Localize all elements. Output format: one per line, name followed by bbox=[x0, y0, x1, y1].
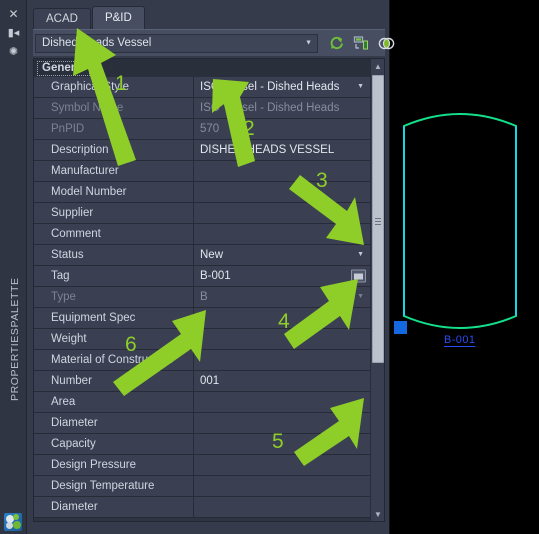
palette-body: ACAD P&ID Dished Heads Vessel ▼ General … bbox=[27, 0, 395, 534]
annotation-number: 1 bbox=[115, 72, 127, 95]
property-value: New bbox=[200, 249, 224, 261]
property-row[interactable]: Area bbox=[34, 392, 370, 413]
property-value: ISO Vessel - Dished Heads bbox=[200, 81, 340, 93]
screen: B-001 ✕ ▮◂ ✺ PROPERTIESPALETTE ACAD P&ID bbox=[0, 0, 539, 534]
property-label: Description bbox=[34, 140, 194, 160]
property-value: B-001 bbox=[200, 270, 231, 282]
property-row[interactable]: Graphical Style ISO Vessel - Dished Heads… bbox=[34, 77, 370, 98]
palette-title: PROPERTIESPALETTE bbox=[9, 277, 21, 401]
property-value: 570 bbox=[200, 123, 220, 135]
object-selector-combobox[interactable]: Dished Heads Vessel ▼ bbox=[35, 33, 318, 53]
property-value-cell[interactable]: New ▼ bbox=[194, 245, 370, 265]
property-row[interactable]: Comment bbox=[34, 224, 370, 245]
object-selector-value: Dished Heads Vessel bbox=[42, 37, 152, 49]
property-label: Diameter bbox=[34, 413, 194, 433]
tag-dialog-button[interactable] bbox=[351, 269, 366, 283]
annotation-number: 3 bbox=[316, 169, 328, 192]
property-label: Symbol Name bbox=[34, 98, 194, 118]
chevron-down-icon: ▼ bbox=[305, 39, 312, 47]
vessel-outline-icon bbox=[403, 113, 517, 329]
property-label: Type bbox=[34, 287, 194, 307]
property-label: Number bbox=[34, 371, 194, 391]
property-label: Design Temperature bbox=[34, 476, 194, 496]
property-row[interactable]: Diameter▼ bbox=[34, 497, 370, 518]
property-label: Area bbox=[34, 392, 194, 412]
property-row[interactable]: Equipment Spec bbox=[34, 308, 370, 329]
property-value-cell[interactable]: 570 bbox=[194, 119, 370, 139]
grid-scrollbar[interactable]: ▲ ▼ bbox=[370, 59, 384, 521]
annotation-number: 6 bbox=[125, 333, 137, 356]
scroll-down-arrow-icon[interactable]: ▼ bbox=[371, 507, 385, 521]
chevron-down-icon[interactable]: ▼ bbox=[357, 245, 364, 265]
selection-grip[interactable] bbox=[394, 321, 407, 334]
chevron-down-icon[interactable]: ▼ bbox=[357, 77, 364, 97]
property-row[interactable]: Symbol Name ISO Vessel - Dished Heads bbox=[34, 98, 370, 119]
property-row[interactable]: PnPID 570 bbox=[34, 119, 370, 140]
property-value-cell[interactable]: B ▼ bbox=[194, 287, 370, 307]
selector-toolbar bbox=[318, 35, 395, 52]
refresh-icon[interactable] bbox=[328, 35, 345, 52]
property-row[interactable]: Design Temperature bbox=[34, 476, 370, 497]
property-row[interactable]: Design Pressure bbox=[34, 455, 370, 476]
tab-pid[interactable]: P&ID bbox=[91, 6, 145, 29]
property-label: Design Pressure bbox=[34, 455, 194, 475]
property-row[interactable]: Description DISHED HEADS VESSEL bbox=[34, 140, 370, 161]
property-row[interactable]: Tag B-001 bbox=[34, 266, 370, 287]
property-value-cell[interactable]: B-001 bbox=[194, 266, 370, 286]
property-row[interactable]: Type B ▼ bbox=[34, 287, 370, 308]
property-label: Capacity bbox=[34, 434, 194, 454]
property-label: Status bbox=[34, 245, 194, 265]
tab-acad[interactable]: ACAD bbox=[33, 8, 91, 29]
property-row[interactable]: Supplier bbox=[34, 203, 370, 224]
property-row[interactable]: Status New ▼ bbox=[34, 245, 370, 266]
properties-gear-icon bbox=[4, 513, 22, 531]
property-value-cell[interactable]: 001 bbox=[194, 371, 370, 391]
property-label: Graphical Style bbox=[34, 77, 194, 97]
property-label: Model Number bbox=[34, 182, 194, 202]
property-value: B bbox=[200, 291, 208, 303]
property-row[interactable]: Diameter bbox=[34, 413, 370, 434]
scrollbar-thumb[interactable] bbox=[372, 75, 384, 363]
vessel-tag-label: B-001 bbox=[444, 334, 476, 346]
close-icon[interactable]: ✕ bbox=[0, 8, 27, 20]
annotation-number: 4 bbox=[278, 310, 290, 333]
property-row[interactable]: Number 001 bbox=[34, 371, 370, 392]
object-selector-row: Dished Heads Vessel ▼ bbox=[33, 29, 395, 56]
scroll-up-arrow-icon[interactable]: ▲ bbox=[371, 59, 385, 73]
palette-tabs: ACAD P&ID bbox=[33, 6, 146, 29]
properties-grid: General Graphical Style ISO Vessel - Dish… bbox=[33, 58, 385, 522]
quick-select-icon[interactable] bbox=[353, 35, 370, 52]
palette-title-strip: ✕ ▮◂ ✺ PROPERTIESPALETTE bbox=[0, 0, 27, 534]
overlapping-circles-icon[interactable] bbox=[378, 35, 395, 52]
property-label: PnPID bbox=[34, 119, 194, 139]
property-row[interactable]: Material of Construction bbox=[34, 350, 370, 371]
property-value: ISO Vessel - Dished Heads bbox=[200, 102, 340, 114]
annotation-number: 5 bbox=[272, 430, 284, 453]
property-label: Supplier bbox=[34, 203, 194, 223]
property-value: 001 bbox=[200, 375, 220, 387]
property-value: DISHED HEADS VESSEL bbox=[200, 144, 335, 156]
options-icon[interactable]: ✺ bbox=[0, 47, 27, 58]
property-label: Material of Construction bbox=[34, 350, 194, 370]
properties-palette-window: ✕ ▮◂ ✺ PROPERTIESPALETTE ACAD P&ID Dishe… bbox=[0, 0, 395, 534]
dock-icon[interactable]: ▮◂ bbox=[0, 28, 27, 39]
property-row[interactable]: Weight bbox=[34, 329, 370, 350]
property-label: Equipment Spec bbox=[34, 308, 194, 328]
property-label: Comment bbox=[34, 224, 194, 244]
annotation-number: 2 bbox=[243, 117, 255, 140]
property-label: Tag bbox=[34, 266, 194, 286]
property-label: Weight bbox=[34, 329, 194, 349]
category-header[interactable]: General bbox=[34, 59, 370, 77]
chevron-down-icon[interactable]: ▼ bbox=[357, 287, 364, 307]
property-value-cell[interactable]: ISO Vessel - Dished Heads ▼ bbox=[194, 77, 370, 97]
vessel-symbol[interactable]: B-001 bbox=[400, 110, 520, 346]
property-value-cell[interactable]: ISO Vessel - Dished Heads bbox=[194, 98, 370, 118]
property-value-cell[interactable]: DISHED HEADS VESSEL bbox=[194, 140, 370, 160]
property-row[interactable]: Capacity bbox=[34, 434, 370, 455]
properties-grid-rows: General Graphical Style ISO Vessel - Dish… bbox=[34, 59, 370, 521]
category-header-label: General bbox=[37, 60, 90, 76]
property-label: Diameter bbox=[34, 497, 194, 517]
property-label: Manufacturer bbox=[34, 161, 194, 181]
